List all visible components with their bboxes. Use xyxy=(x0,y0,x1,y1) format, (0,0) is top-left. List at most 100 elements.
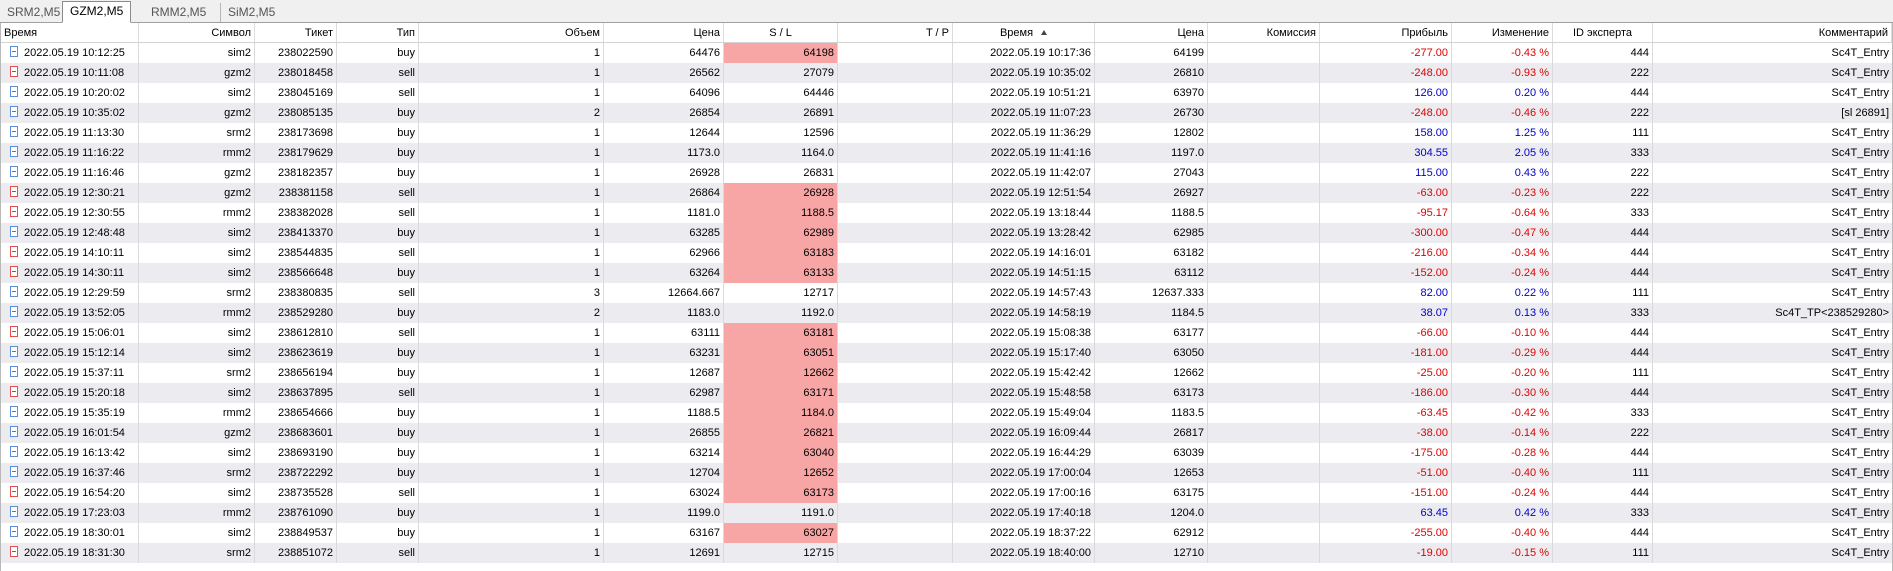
header-sl[interactable]: S / L xyxy=(724,23,838,42)
cell-close-time: 2022.05.19 18:40:00 xyxy=(953,543,1095,563)
table-row[interactable]: 2022.05.19 11:16:22 rmm2 238179629 buy 1 1173… xyxy=(1,143,1892,163)
cell-comment: Sc4T_Entry xyxy=(1831,187,1889,199)
table-row[interactable]: 2022.05.19 15:12:14 sim2 238623619 buy 1 6323… xyxy=(1,343,1892,363)
table-row[interactable]: 2022.05.19 15:35:19 rmm2 238654666 buy 1 1188… xyxy=(1,403,1892,423)
sell-deal-icon xyxy=(10,206,18,217)
cell-comment: Sc4T_Entry xyxy=(1831,127,1889,139)
cell-close-price: 63050 xyxy=(1095,343,1208,363)
cell-symbol: sim2 xyxy=(139,323,255,343)
cell-open-time: 2022.05.19 15:06:01 xyxy=(1,323,139,343)
open-time-text: 2022.05.19 10:20:02 xyxy=(24,87,125,99)
table-row[interactable]: 2022.05.19 16:37:46 srm2 238722292 buy 1 1270… xyxy=(1,463,1892,483)
cell-expert-id: 222 xyxy=(1553,63,1653,83)
header-profit[interactable]: Прибыль xyxy=(1320,23,1452,42)
cell-change: -0.47 % xyxy=(1452,223,1553,243)
header-expert-id[interactable]: ID эксперта xyxy=(1553,23,1653,42)
table-row[interactable]: 2022.05.19 14:30:11 sim2 238566648 buy 1 6326… xyxy=(1,263,1892,283)
cell-ticket: 238045169 xyxy=(255,83,337,103)
table-row[interactable]: 2022.05.19 18:30:01 sim2 238849537 buy 1 6316… xyxy=(1,523,1892,543)
table-row[interactable]: 2022.05.19 16:01:54 gzm2 238683601 buy 1 2685… xyxy=(1,423,1892,443)
header-close-time[interactable]: Время xyxy=(953,23,1095,42)
cell-volume: 1 xyxy=(419,63,604,83)
table-row[interactable]: 2022.05.19 13:52:05 rmm2 238529280 buy 2 1183… xyxy=(1,303,1892,323)
sell-deal-icon xyxy=(10,326,18,337)
table-row[interactable]: 2022.05.19 12:30:21 gzm2 238381158 sell 1 268… xyxy=(1,183,1892,203)
table-row[interactable]: 2022.05.19 10:12:25 sim2 238022590 buy 1 6447… xyxy=(1,43,1892,63)
table-row[interactable]: 2022.05.19 17:23:03 rmm2 238761090 buy 1 1199… xyxy=(1,503,1892,523)
cell-open-price: 62987 xyxy=(604,383,724,403)
sell-deal-icon xyxy=(10,386,18,397)
cell-tp xyxy=(838,43,953,63)
cell-commission xyxy=(1208,523,1320,543)
cell-symbol: sim2 xyxy=(139,43,255,63)
cell-close-time: 2022.05.19 13:28:42 xyxy=(953,223,1095,243)
tab-srm2[interactable]: SRM2,M5 xyxy=(0,3,67,22)
cell-ticket: 238851072 xyxy=(255,543,337,563)
cell-profit: -216.00 xyxy=(1320,243,1452,263)
cell-change: -0.15 % xyxy=(1452,543,1553,563)
cell-expert-id: 444 xyxy=(1553,43,1653,63)
cell-comment: Sc4T_Entry xyxy=(1831,287,1889,299)
header-ticket[interactable]: Тикет xyxy=(255,23,337,42)
cell-close-time: 2022.05.19 15:17:40 xyxy=(953,343,1095,363)
cell-expert-id: 222 xyxy=(1553,423,1653,443)
open-time-text: 2022.05.19 15:20:18 xyxy=(24,387,125,399)
header-commission[interactable]: Комиссия xyxy=(1208,23,1320,42)
table-row[interactable]: 2022.05.19 10:35:02 gzm2 238085135 buy 2 2685… xyxy=(1,103,1892,123)
header-open-price[interactable]: Цена xyxy=(604,23,724,42)
cell-volume: 1 xyxy=(419,343,604,363)
cell-volume: 1 xyxy=(419,243,604,263)
table-row[interactable]: 2022.05.19 12:30:55 rmm2 238382028 sell 1 118… xyxy=(1,203,1892,223)
table-row[interactable]: 2022.05.19 10:11:08 gzm2 238018458 sell 1 265… xyxy=(1,63,1892,83)
tab-gzm2[interactable]: GZM2,M5 xyxy=(62,1,132,23)
header-comment[interactable]: Комментарий xyxy=(1653,23,1892,42)
cell-commission xyxy=(1208,303,1320,323)
header-change[interactable]: Изменение xyxy=(1452,23,1553,42)
table-row[interactable]: 2022.05.19 14:10:11 sim2 238544835 sell 1 629… xyxy=(1,243,1892,263)
tab-sim2[interactable]: SiM2,M5 xyxy=(220,3,282,22)
cell-type: buy xyxy=(337,403,419,423)
header-close-price[interactable]: Цена xyxy=(1095,23,1208,42)
table-row[interactable]: 2022.05.19 15:20:18 sim2 238637895 sell 1 629… xyxy=(1,383,1892,403)
table-row[interactable]: 2022.05.19 11:13:30 srm2 238173698 buy 1 1264… xyxy=(1,123,1892,143)
table-row[interactable]: 2022.05.19 12:48:48 sim2 238413370 buy 1 6328… xyxy=(1,223,1892,243)
table-row[interactable]: 2022.05.19 15:37:11 srm2 238656194 buy 1 1268… xyxy=(1,363,1892,383)
cell-commission xyxy=(1208,243,1320,263)
table-row[interactable]: 2022.05.19 16:13:42 sim2 238693190 buy 1 6321… xyxy=(1,443,1892,463)
cell-open-time: 2022.05.19 18:31:30 xyxy=(1,543,139,563)
cell-tp xyxy=(838,463,953,483)
cell-open-price: 1199.0 xyxy=(604,503,724,523)
cell-tp xyxy=(838,243,953,263)
cell-sl: 62989 xyxy=(724,223,838,243)
table-row[interactable]: 2022.05.19 12:29:59 srm2 238380835 sell 3 126… xyxy=(1,283,1892,303)
cell-ticket: 238544835 xyxy=(255,243,337,263)
cell-volume: 3 xyxy=(419,283,604,303)
cell-symbol: srm2 xyxy=(139,283,255,303)
table-row[interactable]: 2022.05.19 18:31:30 srm2 238851072 sell 1 126… xyxy=(1,543,1892,563)
header-open-time[interactable]: Время xyxy=(1,23,139,42)
cell-volume: 1 xyxy=(419,323,604,343)
cell-comment: Sc4T_Entry xyxy=(1831,327,1889,339)
header-type[interactable]: Тип xyxy=(337,23,419,42)
cell-volume: 1 xyxy=(419,223,604,243)
table-row[interactable]: 2022.05.19 10:20:02 sim2 238045169 sell 1 640… xyxy=(1,83,1892,103)
cell-expert-id: 444 xyxy=(1553,343,1653,363)
header-volume[interactable]: Объем xyxy=(419,23,604,42)
tab-rmm2[interactable]: RMM2,M5 xyxy=(144,3,213,22)
table-row[interactable]: 2022.05.19 15:06:01 sim2 238612810 sell 1 631… xyxy=(1,323,1892,343)
cell-tp xyxy=(838,403,953,423)
header-tp[interactable]: T / P xyxy=(838,23,953,42)
table-row[interactable]: 2022.05.19 11:16:46 gzm2 238182357 buy 1 2692… xyxy=(1,163,1892,183)
cell-comment: Sc4T_Entry xyxy=(1831,447,1889,459)
sell-deal-icon xyxy=(10,66,18,77)
table-row[interactable]: 2022.05.19 16:54:20 sim2 238735528 sell 1 630… xyxy=(1,483,1892,503)
cell-type: sell xyxy=(337,243,419,263)
cell-commission xyxy=(1208,223,1320,243)
cell-change: -0.24 % xyxy=(1452,483,1553,503)
cell-expert-id: 222 xyxy=(1553,103,1653,123)
cell-type: buy xyxy=(337,263,419,283)
cell-ticket: 238849537 xyxy=(255,523,337,543)
open-time-text: 2022.05.19 10:12:25 xyxy=(24,47,125,59)
cell-close-price: 63182 xyxy=(1095,243,1208,263)
header-symbol[interactable]: Символ xyxy=(139,23,255,42)
